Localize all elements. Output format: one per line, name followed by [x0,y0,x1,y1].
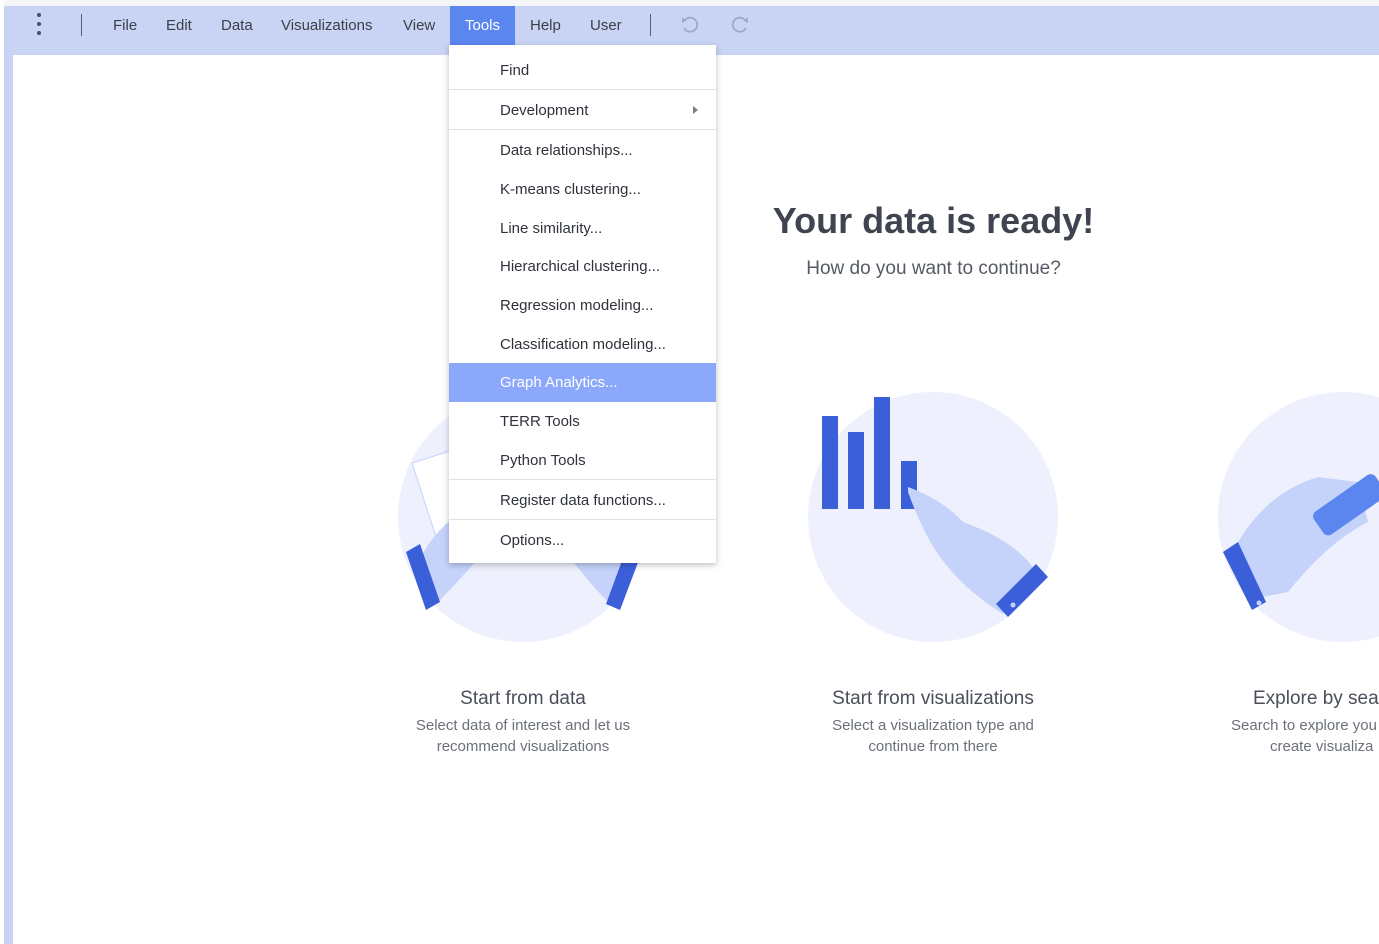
menu-file[interactable]: File [98,6,152,45]
menu-item-options[interactable]: Options... [449,521,716,560]
card-desc-line1: Select a visualization type and [832,717,1034,734]
menubar-separator [650,14,651,36]
more-vertical-icon[interactable] [34,13,44,35]
card-desc-line2: create visualiza [1270,738,1374,755]
menu-data[interactable]: Data [206,6,268,45]
menu-item-terr-tools[interactable]: TERR Tools [449,402,716,441]
menu-item-label: Development [500,102,589,119]
menu-edit[interactable]: Edit [151,6,207,45]
bar-chart-pointing-hand-icon [822,397,1048,617]
card-title: Start from data [460,688,586,709]
chevron-right-icon [693,106,698,114]
card-desc-line1: Select data of interest and let us [415,717,631,734]
menu-divider [449,89,716,90]
menu-view[interactable]: View [388,6,450,45]
menu-item-kmeans-clustering[interactable]: K-means clustering... [449,170,716,209]
menu-item-find[interactable]: Find [449,51,716,90]
menu-item-data-relationships[interactable]: Data relationships... [449,131,716,170]
menu-item-hierarchical-clustering[interactable]: Hierarchical clustering... [449,247,716,286]
card-desc-line1: Search to explore you [1231,717,1377,734]
undo-icon[interactable] [679,14,701,36]
menu-tools[interactable]: Tools [450,6,516,45]
redo-icon[interactable] [729,14,751,36]
menu-item-development[interactable]: Development [449,91,716,130]
page-title: Your data is ready! [772,200,1095,241]
menu-divider [449,519,716,520]
app-left-border [4,45,13,944]
card-clip: Explore by sea [1218,392,1379,652]
tools-dropdown-menu: Find Development Data relationships... K… [449,45,716,563]
card-title: Explore by sea [1253,688,1379,709]
menu-help[interactable]: Help [515,6,576,45]
menu-divider [449,479,716,480]
menu-item-regression-modeling[interactable]: Regression modeling... [449,286,716,325]
card-desc-line2: recommend visualizations [436,738,610,755]
menu-visualizations[interactable]: Visualizations [266,6,387,45]
card-desc-line2: continue from there [868,738,998,755]
page-subtitle: How do you want to continue? [806,258,1061,279]
card-title: Start from visualizations [832,688,1034,709]
menubar-separator [81,14,82,36]
menu-divider [449,129,716,130]
hand-with-magnifier-icon [1223,474,1379,610]
menu-user[interactable]: User [575,6,637,45]
menu-item-classification-modeling[interactable]: Classification modeling... [449,325,716,364]
menu-item-graph-analytics[interactable]: Graph Analytics... [449,363,716,402]
menu-item-python-tools[interactable]: Python Tools [449,441,716,480]
card-text-clip: Explore by sea Search to explore you cre… [1218,688,1379,768]
menu-item-register-data-functions[interactable]: Register data functions... [449,481,716,520]
menu-item-line-similarity[interactable]: Line similarity... [449,209,716,248]
